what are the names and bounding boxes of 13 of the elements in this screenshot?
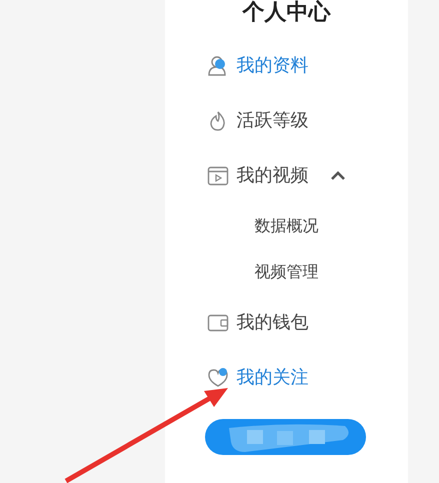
video-icon	[206, 164, 228, 186]
sidebar-title: 个人中心	[242, 2, 330, 27]
menu-item[interactable]: 我的关注	[206, 350, 366, 405]
submenu-item[interactable]: 数据概况	[254, 203, 318, 249]
blurred-button[interactable]	[205, 419, 366, 455]
user-icon	[206, 54, 228, 76]
submenu-item[interactable]: 视频管理	[254, 249, 318, 295]
menu-item[interactable]: 我的钱包	[206, 295, 366, 350]
collapse-caret-icon[interactable]	[330, 171, 344, 180]
menu-item[interactable]: 我的资料	[206, 38, 366, 93]
menu-item[interactable]: 活跃等级	[206, 93, 366, 148]
heart-icon	[206, 366, 228, 388]
menu-item[interactable]: 我的视频	[206, 148, 366, 203]
